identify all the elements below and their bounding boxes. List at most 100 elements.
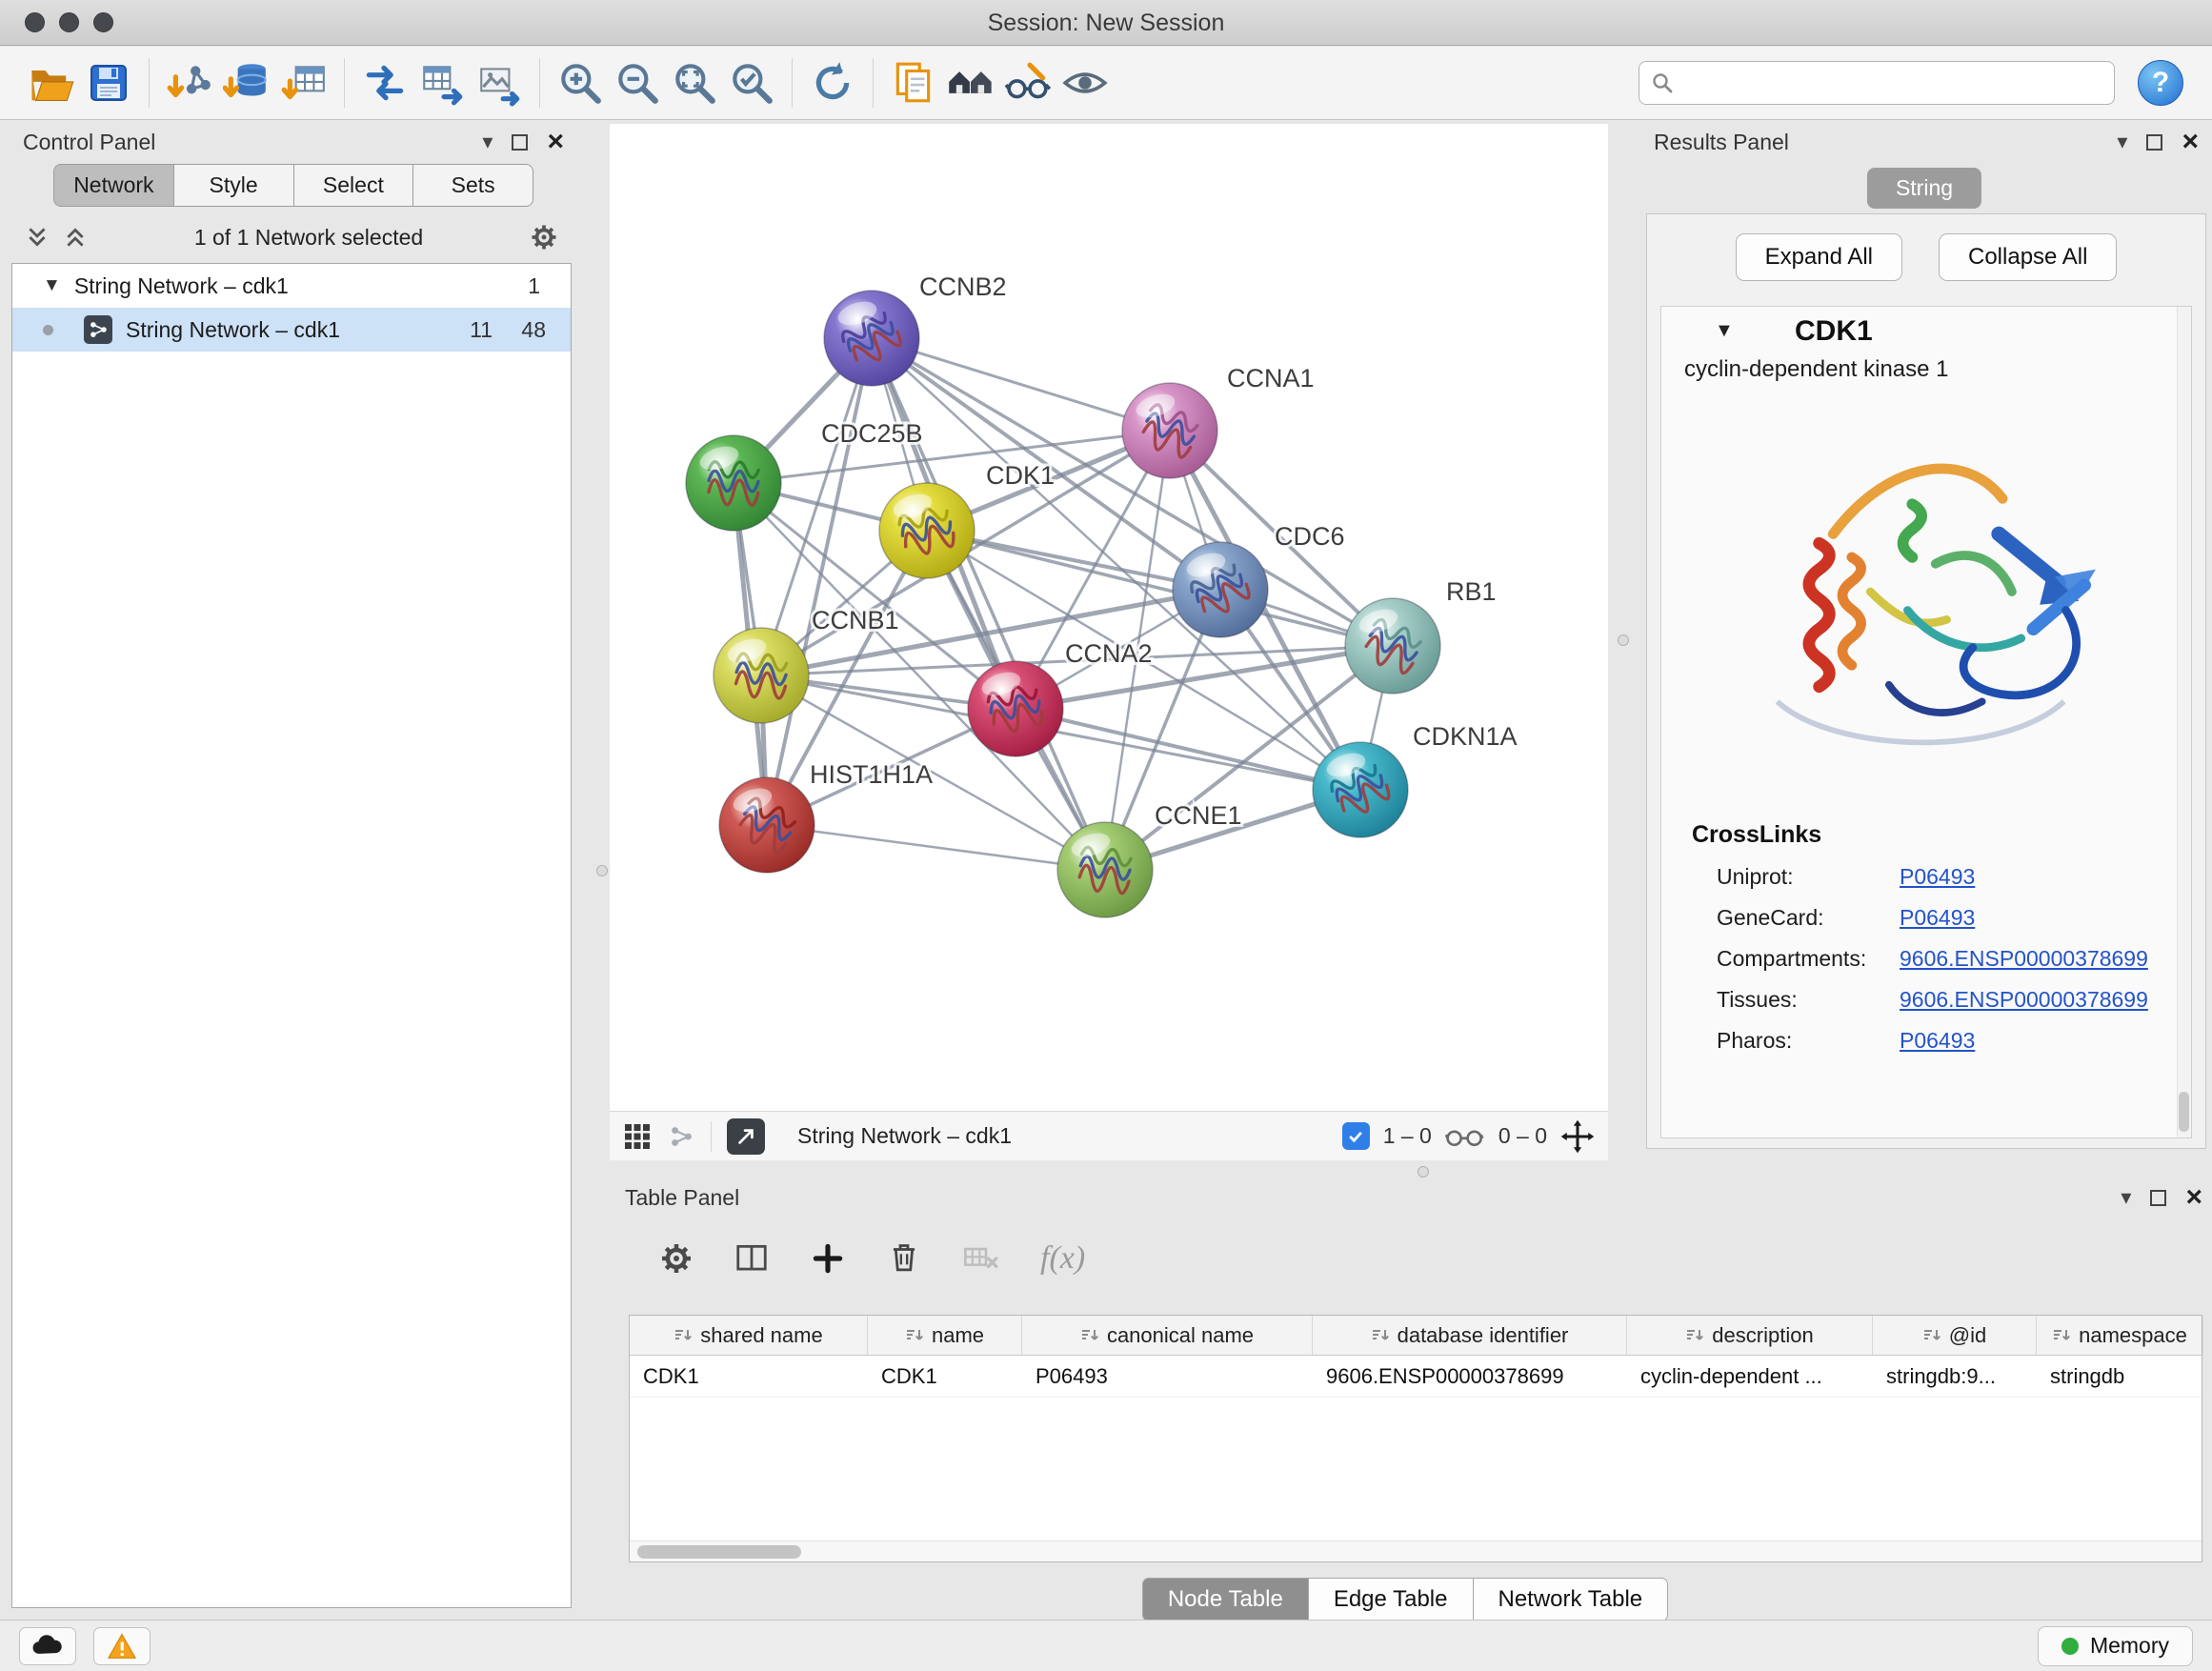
tab-node-table[interactable]: Node Table xyxy=(1142,1578,1309,1621)
export-network-button[interactable] xyxy=(413,54,471,111)
crosslink-link[interactable]: P06493 xyxy=(1900,864,1975,890)
crosslink-link[interactable]: 9606.ENSP00000378699 xyxy=(1900,946,2148,972)
panel-menu-icon[interactable]: ▾ xyxy=(482,131,493,152)
table-cell: P06493 xyxy=(1022,1356,1313,1397)
clear-table-icon[interactable] xyxy=(962,1239,1000,1278)
column-header-database-identifier[interactable]: database identifier xyxy=(1313,1316,1627,1355)
tree-expand-icon[interactable]: ▼ xyxy=(43,275,61,296)
tab-select[interactable]: Select xyxy=(293,164,413,207)
import-network-from-file-button[interactable] xyxy=(161,54,218,111)
bottom-splitter-handle[interactable] xyxy=(1418,1166,1429,1178)
tab-style[interactable]: Style xyxy=(173,164,293,207)
network-canvas[interactable]: CCNB2CCNA1CDC25BCDK1CDC6RB1CCNB1CCNA2CDK… xyxy=(610,124,1608,1111)
panel-float-icon[interactable] xyxy=(2150,1190,2166,1206)
panel-float-icon[interactable] xyxy=(2146,134,2162,151)
export-image-button[interactable] xyxy=(471,54,528,111)
selected-nodes-icon[interactable] xyxy=(1342,1122,1370,1150)
graphics-details-button[interactable] xyxy=(999,54,1056,111)
node-CCNB1[interactable] xyxy=(714,628,809,723)
right-splitter-handle[interactable] xyxy=(1618,634,1629,646)
node-CCNA1[interactable] xyxy=(1122,383,1217,478)
table-scroll-thumb[interactable] xyxy=(637,1545,801,1559)
network-row-selected[interactable]: String Network – cdk1 11 48 xyxy=(12,308,571,352)
tab-network[interactable]: Network xyxy=(53,164,173,207)
results-scrollbar[interactable] xyxy=(2177,307,2191,1137)
gear-icon[interactable] xyxy=(530,223,558,252)
add-column-icon[interactable] xyxy=(810,1240,846,1277)
grid-view-icon[interactable] xyxy=(623,1122,652,1151)
node-RB1[interactable] xyxy=(1345,598,1440,694)
zoom-out-button[interactable] xyxy=(609,54,666,111)
fit-content-icon[interactable] xyxy=(1560,1119,1595,1154)
node-CDC6[interactable] xyxy=(1173,542,1268,637)
copy-document-button[interactable] xyxy=(885,54,942,111)
node-CCNB2[interactable] xyxy=(824,291,919,386)
panel-close-icon[interactable]: × xyxy=(2182,128,2199,156)
gene-section-header[interactable]: ▼ CDK1 xyxy=(1661,307,2191,356)
node-CDK1[interactable] xyxy=(879,483,975,578)
help-button[interactable]: ? xyxy=(2138,60,2183,106)
apply-layout-button[interactable] xyxy=(804,54,861,111)
search-box[interactable] xyxy=(1639,61,2115,105)
gear-icon[interactable] xyxy=(659,1241,694,1276)
network-collection-row[interactable]: ▼ String Network – cdk1 1 xyxy=(12,264,571,308)
node-HIST1H1A[interactable] xyxy=(719,777,814,873)
node-CDC25B[interactable] xyxy=(686,435,781,531)
section-collapse-icon[interactable]: ▼ xyxy=(1715,320,1734,342)
columns-icon[interactable] xyxy=(734,1240,770,1277)
crosslink-label: Uniprot: xyxy=(1717,864,1900,890)
edge-CCNB2-CCNE1[interactable] xyxy=(872,338,1105,870)
crosslink-link[interactable]: P06493 xyxy=(1900,1028,1975,1054)
node-CDKN1A[interactable] xyxy=(1313,742,1408,837)
zoom-selected-button[interactable] xyxy=(723,54,780,111)
column-header-description[interactable]: description xyxy=(1627,1316,1873,1355)
save-session-button[interactable] xyxy=(80,54,137,111)
column-header-shared-name[interactable]: shared name xyxy=(630,1316,868,1355)
tab-edge-table[interactable]: Edge Table xyxy=(1309,1578,1474,1621)
merge-networks-button[interactable] xyxy=(356,54,413,111)
panel-float-icon[interactable] xyxy=(512,134,528,151)
panel-close-icon[interactable]: × xyxy=(547,128,564,156)
column-header-name[interactable]: name xyxy=(868,1316,1022,1355)
open-in-new-window-button[interactable] xyxy=(727,1118,765,1155)
results-scroll-thumb[interactable] xyxy=(2179,1092,2189,1132)
column-header-namespace[interactable]: namespace xyxy=(2037,1316,2203,1355)
column-header-@id[interactable]: @id xyxy=(1873,1316,2037,1355)
tab-sets[interactable]: Sets xyxy=(412,164,533,207)
hidden-items-icon[interactable] xyxy=(1445,1123,1485,1150)
edge-HIST1H1A-CCNE1[interactable] xyxy=(767,825,1105,870)
import-table-from-file-button[interactable] xyxy=(275,54,332,111)
network-view[interactable]: CCNB2CCNA1CDC25BCDK1CDC6RB1CCNB1CCNA2CDK… xyxy=(610,124,1608,1160)
table-horizontal-scrollbar[interactable] xyxy=(630,1540,2202,1561)
delete-column-icon[interactable] xyxy=(886,1240,922,1277)
search-input[interactable] xyxy=(1681,70,2102,96)
zoom-fit-button[interactable] xyxy=(666,54,723,111)
home-button[interactable] xyxy=(942,54,999,111)
collapse-all-button[interactable]: Collapse All xyxy=(1939,233,2117,281)
collapse-all-icon[interactable] xyxy=(25,225,50,250)
tab-network-table[interactable]: Network Table xyxy=(1474,1578,1669,1621)
panel-close-icon[interactable]: × xyxy=(2185,1183,2202,1212)
zoom-in-button[interactable] xyxy=(552,54,609,111)
edge-CCNA2-CDKN1A[interactable] xyxy=(1016,709,1360,790)
tab-string[interactable]: String xyxy=(1867,168,1981,209)
cloud-button[interactable] xyxy=(19,1627,76,1665)
open-session-button[interactable] xyxy=(23,54,80,111)
table-row[interactable]: CDK1CDK1P064939606.ENSP00000378699cyclin… xyxy=(630,1356,2202,1398)
column-header-canonical-name[interactable]: canonical name xyxy=(1022,1316,1313,1355)
node-CCNE1[interactable] xyxy=(1057,822,1153,917)
show-hide-panel-button[interactable] xyxy=(1056,54,1114,111)
function-builder-button[interactable]: f(x) xyxy=(1040,1240,1085,1277)
left-splitter-handle[interactable] xyxy=(596,865,608,876)
warnings-button[interactable] xyxy=(93,1627,151,1665)
crosslink-link[interactable]: 9606.ENSP00000378699 xyxy=(1900,987,2148,1013)
expand-all-icon[interactable] xyxy=(63,225,88,250)
expand-all-button[interactable]: Expand All xyxy=(1736,233,1902,281)
memory-button[interactable]: Memory xyxy=(2038,1626,2193,1666)
crosslink-link[interactable]: P06493 xyxy=(1900,905,1975,931)
panel-menu-icon[interactable]: ▾ xyxy=(2117,131,2127,152)
share-network-icon[interactable] xyxy=(667,1122,695,1151)
panel-menu-icon[interactable]: ▾ xyxy=(2121,1187,2131,1208)
node-CCNA2[interactable] xyxy=(968,661,1063,756)
import-network-from-database-button[interactable] xyxy=(218,54,275,111)
